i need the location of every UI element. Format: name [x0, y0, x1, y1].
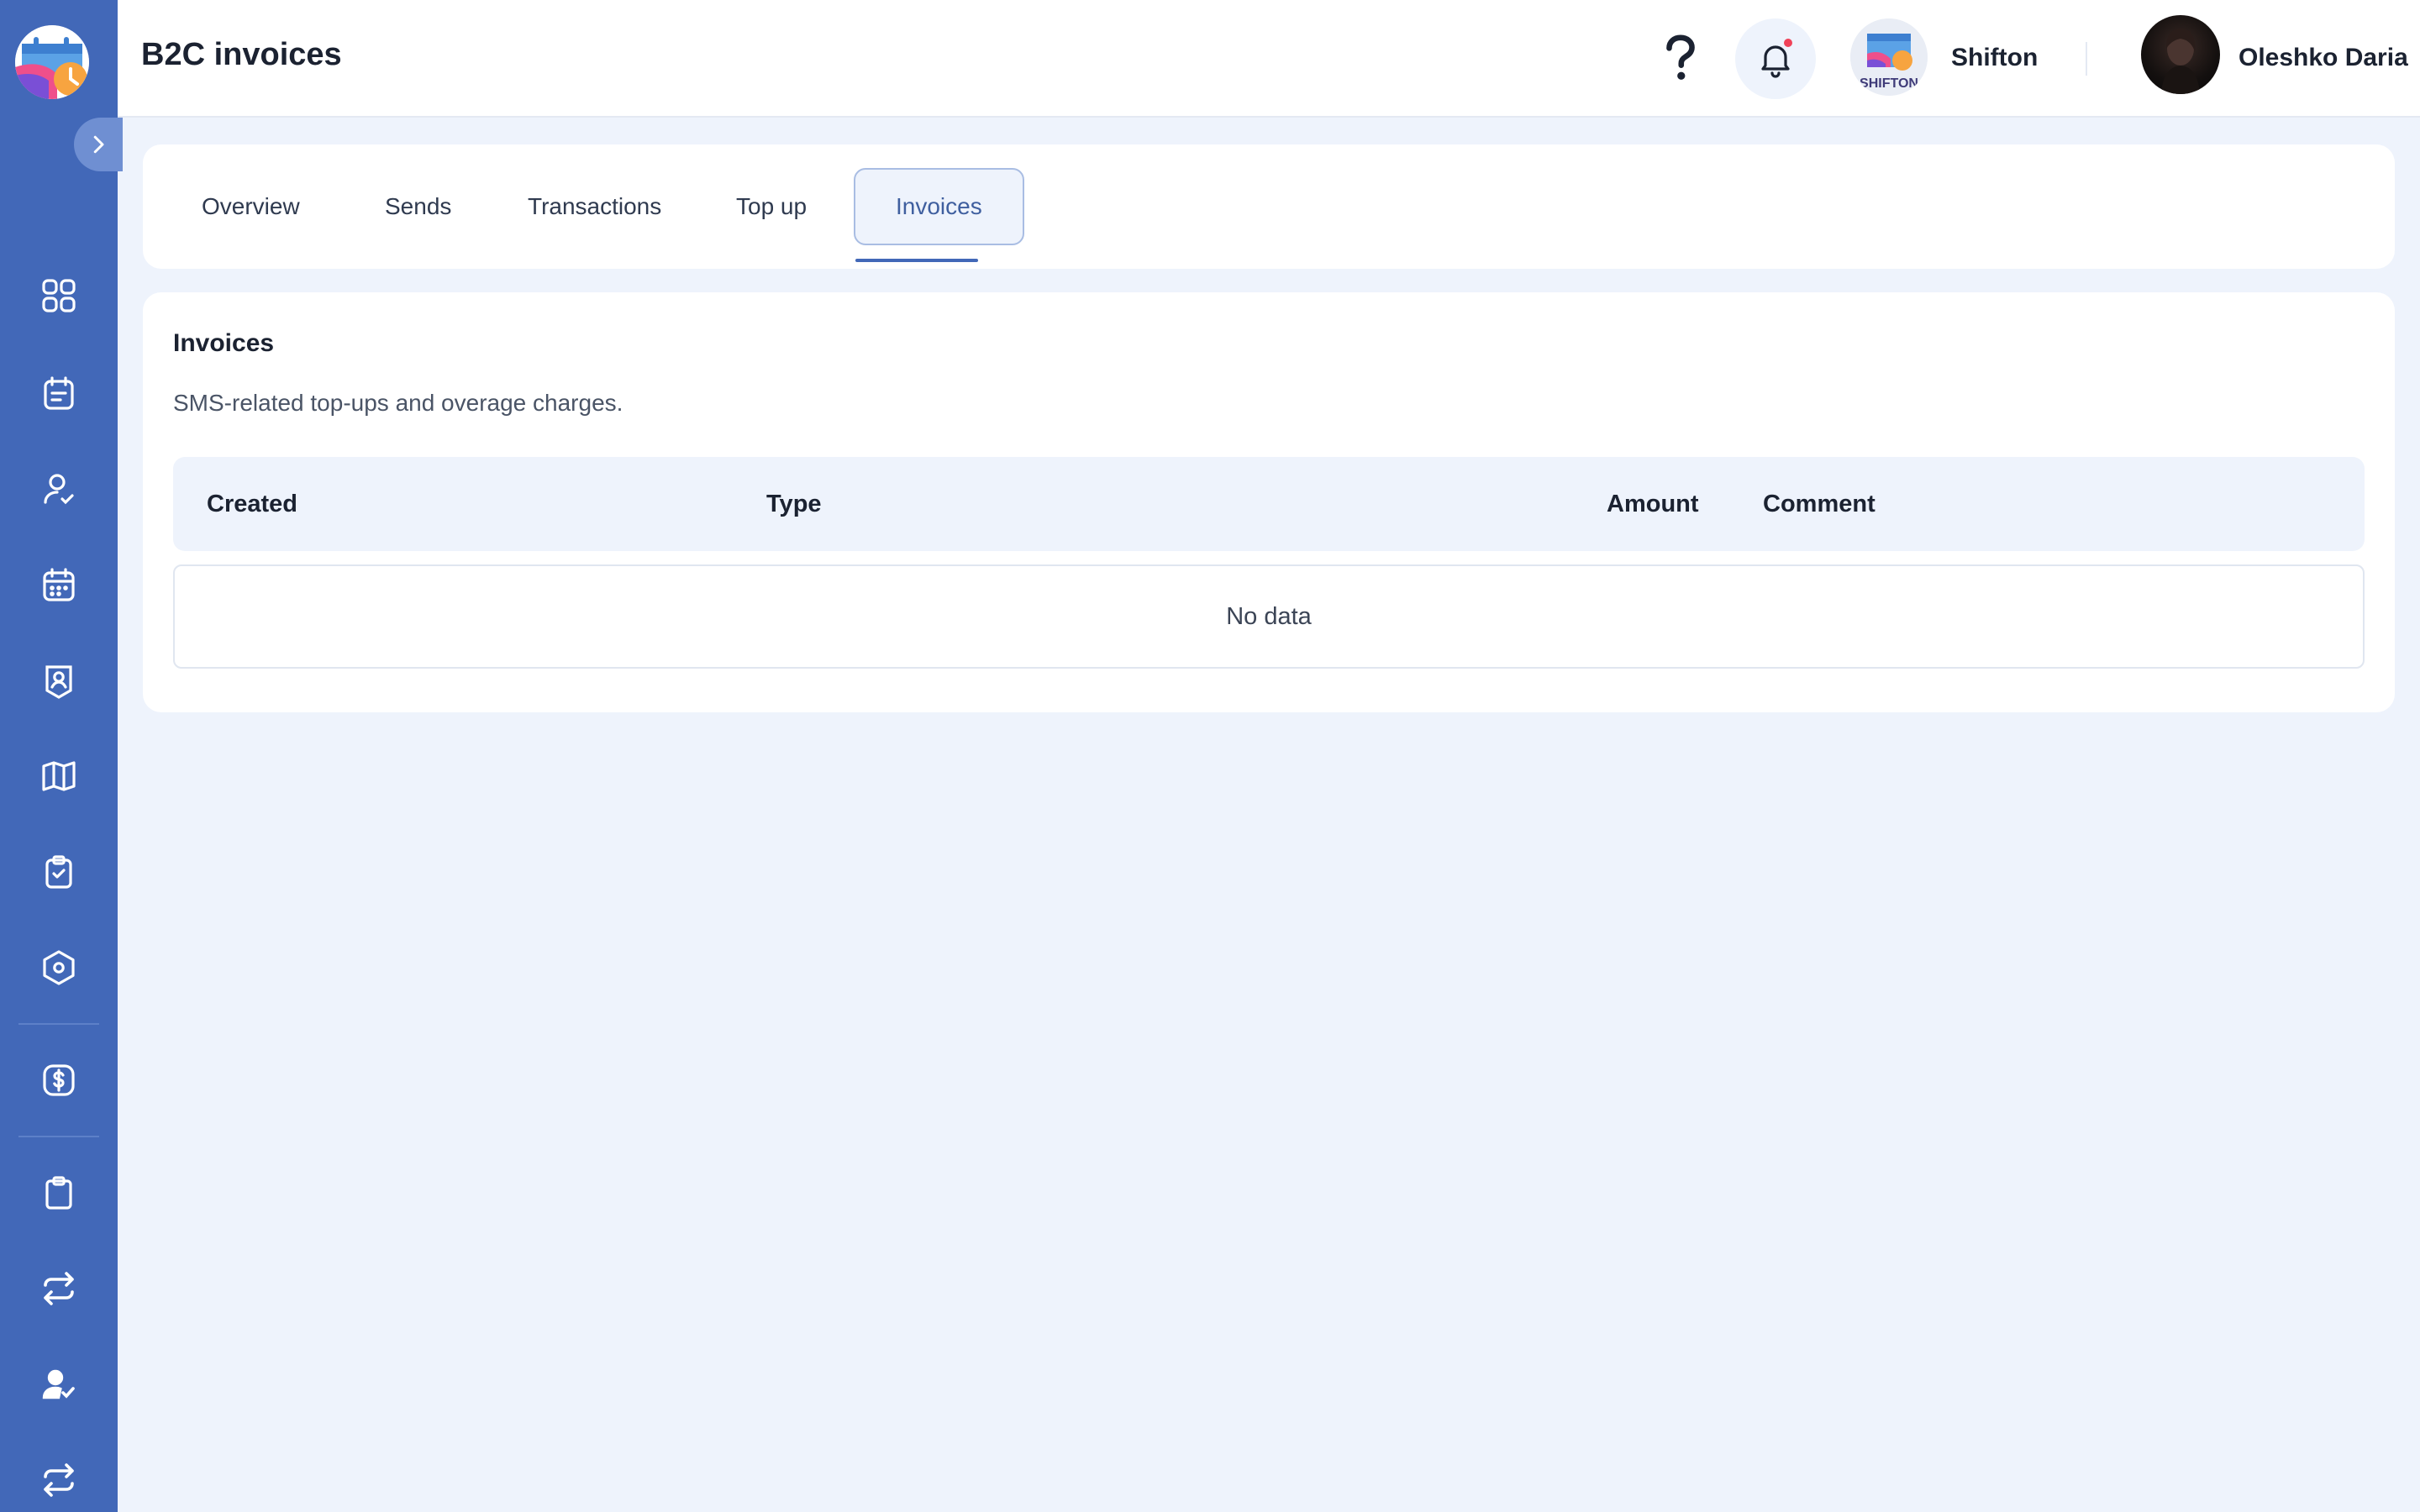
header-divider: [2086, 42, 2087, 76]
column-header-type[interactable]: Type: [766, 491, 822, 518]
sidebar-item-billing[interactable]: [34, 1055, 84, 1105]
sidebar-item-approvals[interactable]: [34, 1359, 84, 1410]
sidebar-divider: [18, 1023, 99, 1025]
user-avatar[interactable]: [2141, 15, 2220, 94]
dashboard-grid-icon: [42, 279, 76, 312]
sidebar-item-employees[interactable]: [34, 464, 84, 514]
section-title: Invoices: [173, 329, 275, 357]
sidebar-item-calendar[interactable]: [34, 559, 84, 610]
sidebar-divider: [18, 1136, 99, 1137]
app-logo[interactable]: [15, 25, 89, 99]
empty-state-text: No data: [1226, 602, 1312, 630]
clipboard-check-icon: [45, 855, 72, 889]
sidebar-item-exchange[interactable]: [34, 1263, 84, 1314]
settings-hex-icon: [43, 950, 75, 985]
tab-top-up[interactable]: Top up: [696, 168, 847, 245]
tab-transactions[interactable]: Transactions: [487, 168, 702, 245]
notification-dot: [1782, 37, 1794, 49]
sidebar-item-sync[interactable]: [34, 1455, 84, 1505]
calendar-notes-icon: [44, 376, 74, 410]
calendar-icon: [43, 568, 75, 601]
sidebar-toggle-button[interactable]: [74, 118, 123, 171]
map-icon: [42, 761, 76, 791]
column-header-comment[interactable]: Comment: [1763, 491, 1876, 518]
tab-overview[interactable]: Overview: [161, 168, 340, 245]
invoices-card: Invoices SMS-related top-ups and overage…: [143, 292, 2395, 712]
sidebar-item-profile[interactable]: [34, 655, 84, 706]
sidebar-item-settings[interactable]: [34, 942, 84, 993]
repeat-icon: [44, 1272, 74, 1305]
repeat-icon: [44, 1463, 74, 1497]
tab-sends[interactable]: Sends: [345, 168, 492, 245]
badge-user-icon: [45, 665, 72, 699]
column-header-created[interactable]: Created: [207, 491, 297, 518]
empty-state: No data: [173, 564, 2365, 669]
user-name[interactable]: Oleshko Daria: [2238, 44, 2408, 72]
sidebar-item-tasks[interactable]: [34, 847, 84, 897]
user-check-icon: [44, 474, 74, 505]
company-logo[interactable]: SHIFTON: [1850, 18, 1928, 96]
column-header-amount[interactable]: Amount: [1607, 491, 1699, 518]
tabs-bar: Overview Sends Transactions Top up Invoi…: [143, 144, 2395, 269]
user-approve-icon: [42, 1369, 75, 1399]
sidebar-item-schedule[interactable]: [34, 368, 84, 418]
page-title: B2C invoices: [141, 37, 342, 72]
dollar-icon: [43, 1064, 75, 1096]
clipboard-icon: [45, 1176, 72, 1210]
sidebar-item-reports[interactable]: [34, 1168, 84, 1218]
section-description: SMS-related top-ups and overage charges.: [173, 390, 623, 416]
svg-text:SHIFTON: SHIFTON: [1860, 76, 1918, 91]
sidebar-item-map[interactable]: [34, 751, 84, 801]
company-name[interactable]: Shifton: [1951, 44, 2038, 72]
notifications-button[interactable]: [1735, 18, 1816, 99]
sidebar: [0, 0, 123, 1512]
chevron-right-icon: [93, 135, 104, 154]
top-header: B2C invoices SHIFTON Shifton Oleshko Dar…: [118, 0, 2420, 118]
active-tab-indicator: [855, 259, 978, 262]
table-header: Created Type Amount Comment: [173, 457, 2365, 551]
tab-invoices[interactable]: Invoices: [854, 168, 1024, 245]
sidebar-item-dashboard[interactable]: [34, 270, 84, 321]
help-icon[interactable]: [1662, 34, 1699, 82]
